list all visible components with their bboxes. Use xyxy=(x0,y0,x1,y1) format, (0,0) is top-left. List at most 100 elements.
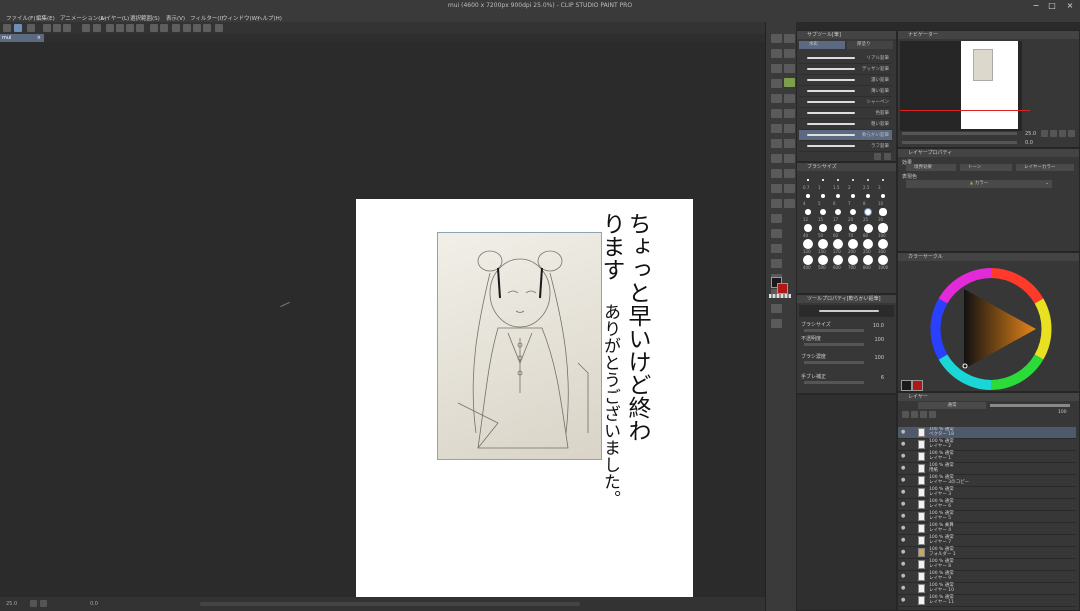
brush-size-option[interactable]: 500 xyxy=(816,255,830,270)
flip-horizontal-icon[interactable] xyxy=(1068,130,1075,137)
prop-slider[interactable] xyxy=(804,361,864,364)
layer-row[interactable]: ● 100 % 通常 用紙 xyxy=(898,463,1076,475)
eye-icon[interactable]: ● xyxy=(901,490,906,495)
brush-size-option[interactable]: 80 xyxy=(861,223,875,238)
menu-layer[interactable]: レイヤー(L) xyxy=(100,14,129,22)
brush-size-option[interactable]: 20 xyxy=(846,207,860,222)
brush-item-selected[interactable]: 軟らかい鉛筆 xyxy=(799,130,892,141)
transparent-color-icon[interactable] xyxy=(769,294,791,298)
eye-icon[interactable]: ● xyxy=(901,502,906,507)
line-tool-icon[interactable] xyxy=(784,169,795,178)
prop-stabilization[interactable]: 手ブレ補正 6 xyxy=(799,373,892,387)
brush-item[interactable]: リアル鉛筆 xyxy=(799,53,892,64)
eye-icon[interactable]: ● xyxy=(901,466,906,471)
zoom-in-icon[interactable] xyxy=(1050,130,1057,137)
prop-brush-size[interactable]: ブラシサイズ 10.0 xyxy=(799,321,892,335)
layer-row[interactable]: ● 100 % 通常 レイヤー 6 xyxy=(898,499,1076,511)
sub-color-swatch[interactable] xyxy=(777,283,788,294)
brush-size-option[interactable]: 7 xyxy=(846,191,860,206)
pencil-tool-icon[interactable] xyxy=(771,154,782,163)
prop-value[interactable]: 100 xyxy=(874,355,884,361)
move-tool-icon[interactable] xyxy=(771,49,782,58)
layer-row[interactable]: ● 100 % 乗算 レイヤー 4 xyxy=(898,523,1076,535)
selection-tool-icon[interactable] xyxy=(771,94,782,103)
brush-size-option[interactable]: 800 xyxy=(861,255,875,270)
layer-row[interactable]: ● 100 % 通常 レイヤー 8 xyxy=(898,559,1076,571)
snap-ruler-icon[interactable] xyxy=(183,24,191,32)
hand-tool-icon[interactable] xyxy=(784,49,795,58)
subtool-settings-icon[interactable] xyxy=(874,153,881,160)
brush-size-option[interactable]: 400 xyxy=(801,255,815,270)
brush-size-option[interactable]: 2.5 xyxy=(861,175,875,190)
layer-row[interactable]: ● 100 % 通常 レイヤー 5 xyxy=(898,511,1076,523)
brush-size-option[interactable]: 50 xyxy=(816,223,830,238)
brush-item[interactable]: シャーペン xyxy=(799,97,892,108)
correct-line-tool-icon[interactable] xyxy=(784,124,795,133)
brush-size-option[interactable]: 600 xyxy=(831,255,845,270)
brush-item[interactable]: 濃い鉛筆 xyxy=(799,75,892,86)
ruler-icon[interactable] xyxy=(215,24,223,32)
vector-eraser-tool-icon[interactable] xyxy=(784,154,795,163)
layer-row[interactable]: ● 100 % 通常 レイヤー 2 xyxy=(898,439,1076,451)
prop-brush-density[interactable]: ブラシ濃度 100 xyxy=(799,353,892,367)
brush-size-option[interactable]: 3 xyxy=(876,175,890,190)
new-vector-layer-icon[interactable] xyxy=(911,411,918,418)
brush-size-option[interactable]: 170 xyxy=(831,239,845,254)
menu-window[interactable]: ウィンドウ(W) xyxy=(222,14,259,22)
color-wheel[interactable] xyxy=(929,267,1053,391)
navigator-rotation-slider[interactable] xyxy=(902,141,1017,144)
menu-icon[interactable] xyxy=(3,24,11,32)
opacity-slider[interactable] xyxy=(990,404,1070,407)
document-tab[interactable]: mui × xyxy=(0,34,44,42)
navigator-zoom-slider[interactable] xyxy=(902,132,1017,135)
prop-value[interactable]: 100 xyxy=(874,337,884,343)
curve-tool-icon[interactable] xyxy=(784,199,795,208)
snap-grid-icon[interactable] xyxy=(203,24,211,32)
eye-icon[interactable]: ● xyxy=(901,430,906,435)
transform-icon[interactable] xyxy=(136,24,144,32)
operation-tool-icon[interactable] xyxy=(771,64,782,73)
redo-icon[interactable] xyxy=(93,24,101,32)
prop-opacity[interactable]: 不透明度 100 xyxy=(799,335,892,349)
decoration-tool-icon[interactable] xyxy=(771,199,782,208)
subtool-menu-icon[interactable] xyxy=(884,153,891,160)
navigator-zoom[interactable]: 25.0 xyxy=(1025,131,1036,137)
menu-edit[interactable]: 編集(E) xyxy=(36,14,55,22)
speech-balloon-tool-icon[interactable] xyxy=(784,109,795,118)
export-icon[interactable] xyxy=(63,24,71,32)
close-icon[interactable]: × xyxy=(37,34,41,42)
brush-size-option[interactable]: 40 xyxy=(801,223,815,238)
prop-slider[interactable] xyxy=(804,381,864,384)
brush-size-option[interactable]: 70 xyxy=(846,223,860,238)
subtool-tab-watercolor[interactable]: 水彩 xyxy=(799,41,845,49)
brush-size-option[interactable]: 60 xyxy=(831,223,845,238)
sub-color-swatch[interactable] xyxy=(912,380,923,391)
minimize-button[interactable]: − xyxy=(1030,1,1042,11)
main-color-swatch[interactable] xyxy=(901,380,912,391)
save-icon[interactable] xyxy=(53,24,61,32)
brush-size-option[interactable]: 17 xyxy=(831,207,845,222)
tone-button[interactable]: トーン xyxy=(960,164,1012,171)
brush-size-option[interactable]: 100 xyxy=(876,223,890,238)
blend-tool-icon[interactable] xyxy=(771,229,782,238)
navigator-preview[interactable] xyxy=(900,41,1030,131)
navigator-rotation[interactable]: 0.0 xyxy=(1025,140,1033,146)
brush-item[interactable]: デッサン鉛筆 xyxy=(799,64,892,75)
pencil-active-icon[interactable] xyxy=(784,78,795,87)
zoom-fit-icon[interactable] xyxy=(1059,130,1066,137)
brush-size-option[interactable]: 12 xyxy=(801,207,815,222)
object-tool-icon[interactable] xyxy=(784,94,795,103)
brush-size-option[interactable]: 1 xyxy=(816,175,830,190)
clear-icon[interactable] xyxy=(106,24,114,32)
eye-icon[interactable]: ● xyxy=(901,514,906,519)
expression-color-select[interactable]: ▲ カラー ⌄ xyxy=(906,180,1052,188)
status-rotation[interactable]: 0.0 xyxy=(90,601,98,607)
menu-view[interactable]: 表示(V) xyxy=(166,14,185,22)
brush-size-option[interactable]: 2 xyxy=(846,175,860,190)
move-layer-tool-icon[interactable] xyxy=(771,79,782,88)
brush-size-option[interactable]: 4 xyxy=(801,191,815,206)
prop-slider[interactable] xyxy=(804,329,864,332)
eye-icon[interactable]: ● xyxy=(901,586,906,591)
magic-wand-tool-icon[interactable] xyxy=(784,64,795,73)
brush-size-option[interactable]: 250 xyxy=(861,239,875,254)
